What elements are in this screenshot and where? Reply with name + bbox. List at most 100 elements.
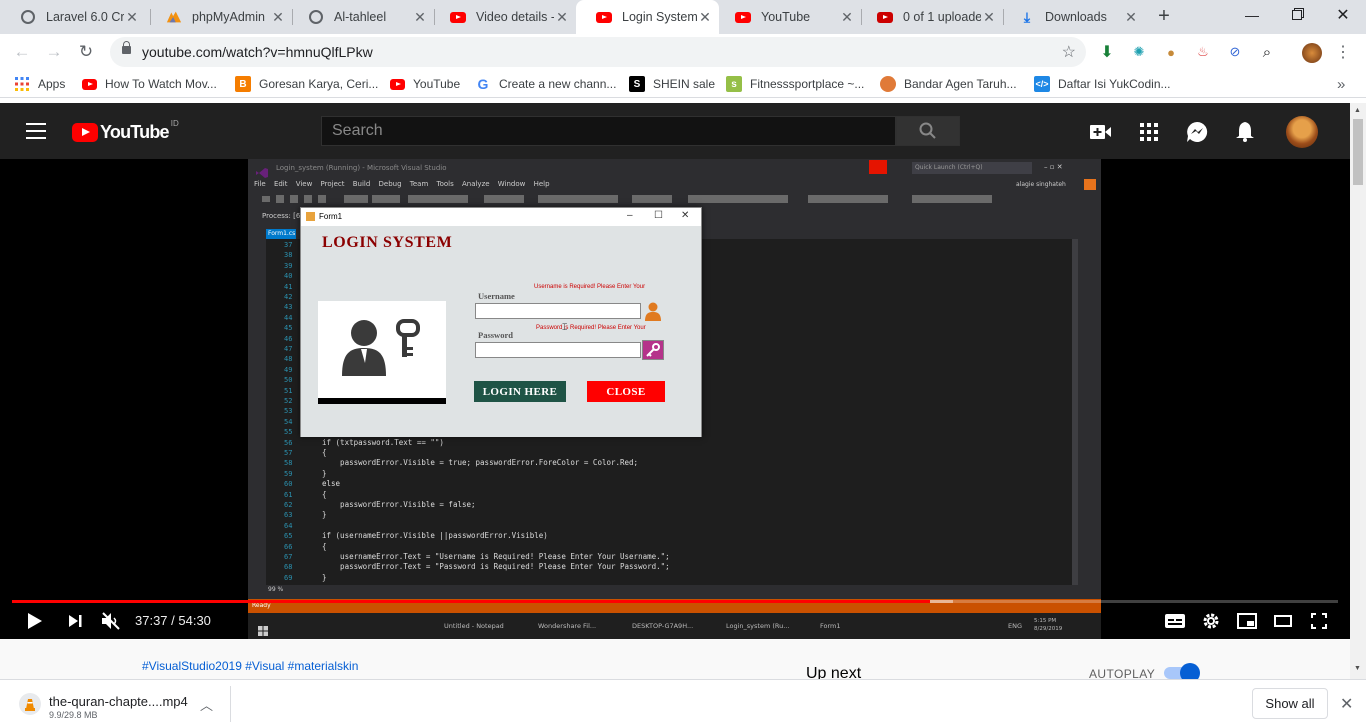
video-hashtags[interactable]: #VisualStudio2019 #Visual #materialskin <box>142 659 358 673</box>
page-scrollbar[interactable]: ▲ ▼ <box>1350 103 1366 679</box>
download-file-name[interactable]: the-quran-chapte....mp4 <box>49 694 188 709</box>
tab-phpmyadmin[interactable]: phpMyAdmin ✕ <box>146 0 292 34</box>
password-error: Password is Required! Please Enter Your <box>536 325 646 331</box>
taskbar-item: Wondershare Fil... <box>538 622 597 630</box>
subtitles-button[interactable] <box>1164 610 1186 632</box>
user-avatar[interactable] <box>1286 116 1318 148</box>
mute-button[interactable] <box>99 610 123 632</box>
close-tab-icon[interactable]: ✕ <box>270 9 286 26</box>
line-number: 65 <box>284 532 293 541</box>
username-error: Username is Required! Please Enter Your <box>534 284 646 290</box>
miniplayer-button[interactable] <box>1236 610 1258 632</box>
youtube-icon <box>450 9 466 25</box>
reload-icon[interactable]: ↻ <box>72 38 100 66</box>
taskbar-item: DESKTOP-G7A9H... <box>632 622 694 630</box>
bookmark-create-channel[interactable]: G Create a new chann... <box>475 75 617 93</box>
bookmark-goresan-karya[interactable]: B Goresan Karya, Ceri... <box>235 75 378 93</box>
cookie-icon[interactable]: ● <box>1162 43 1180 61</box>
close-tab-icon[interactable]: ✕ <box>1123 9 1139 26</box>
picture-footer-bar <box>318 398 446 404</box>
apps-grid-icon[interactable] <box>1138 121 1160 143</box>
vs-doc-tab: Form1.cs <box>266 229 296 239</box>
close-shelf-icon[interactable]: ✕ <box>1340 694 1353 714</box>
tab-login-system[interactable]: Login System I ✕ <box>576 0 719 34</box>
taskbar-item: Untitled - Notepad <box>444 622 504 630</box>
notifications-bell-icon[interactable] <box>1234 121 1256 143</box>
line-number: 42 <box>284 293 293 301</box>
bookmark-bandar[interactable]: Bandar Agen Taruh... <box>880 75 1017 93</box>
extension-icon[interactable]: ♨ <box>1194 43 1212 61</box>
extension-icon[interactable]: ✺ <box>1130 43 1148 61</box>
menu-dots-icon[interactable]: ⋮ <box>1334 43 1352 61</box>
youtube-icon <box>735 9 751 25</box>
restore-icon[interactable] <box>1274 0 1320 30</box>
create-video-icon[interactable] <box>1090 121 1112 143</box>
fullscreen-icon <box>1311 613 1327 629</box>
subtitles-icon <box>1165 614 1185 628</box>
bookmark-yukcoding[interactable]: </> Daftar Isi YukCodin... <box>1034 75 1171 93</box>
theater-mode-button[interactable] <box>1272 610 1294 632</box>
settings-button[interactable] <box>1200 610 1222 632</box>
new-tab-button[interactable]: + <box>1152 5 1176 29</box>
bookmark-star-icon[interactable]: ☆ <box>1062 42 1076 62</box>
scrollbar-thumb[interactable] <box>1353 119 1363 185</box>
tab-youtube[interactable]: YouTube ✕ <box>715 0 861 34</box>
scroll-up-icon[interactable]: ▲ <box>1354 107 1361 114</box>
vs-user: alagie singhateh <box>1016 181 1066 188</box>
line-number: 46 <box>284 334 293 343</box>
bookmark-fitness[interactable]: s Fitnesssportplace ~... <box>726 75 864 93</box>
code-line: usernameError.Text = "Username is Requir… <box>322 552 670 561</box>
tab-laravel[interactable]: Laravel 6.0 Cru ✕ <box>0 0 146 34</box>
close-tab-icon[interactable]: ✕ <box>981 9 997 26</box>
username-label: Username <box>478 291 515 301</box>
tab-video-details[interactable]: Video details - ✕ <box>430 0 576 34</box>
bookmark-apps[interactable]: Apps <box>14 75 65 93</box>
scroll-down-icon[interactable]: ▼ <box>1354 665 1361 672</box>
google-icon: G <box>477 76 489 92</box>
login-heading: LOGIN SYSTEM <box>322 234 453 251</box>
block-icon[interactable]: ⊘ <box>1226 43 1244 61</box>
fullscreen-button[interactable] <box>1308 610 1330 632</box>
bookmark-shein[interactable]: S SHEIN sale <box>629 75 715 93</box>
profile-avatar[interactable] <box>1302 43 1322 63</box>
bookmark-how-to-watch[interactable]: How To Watch Mov... <box>81 75 217 93</box>
download-extension-icon[interactable]: ⬇ <box>1098 43 1116 61</box>
hamburger-menu-icon[interactable] <box>26 123 46 139</box>
tab-label: Downloads <box>1045 10 1107 24</box>
chevron-up-icon[interactable]: ︿ <box>200 695 213 714</box>
close-tab-icon[interactable]: ✕ <box>554 9 570 26</box>
video-progress-bar[interactable] <box>12 600 1338 603</box>
youtube-icon <box>596 9 612 25</box>
miniplayer-icon <box>1237 613 1257 629</box>
code-line: { <box>322 541 327 551</box>
show-all-button[interactable]: Show all <box>1252 688 1328 719</box>
messages-icon[interactable] <box>1186 121 1208 143</box>
video-player[interactable]: Login_system (Running) - Microsoft Visua… <box>0 159 1350 639</box>
tab-downloads[interactable]: ⤓ Downloads ✕ <box>999 0 1145 34</box>
close-tab-icon[interactable]: ✕ <box>839 9 855 26</box>
close-tab-icon[interactable]: ✕ <box>697 9 713 26</box>
youtube-logo[interactable]: YouTube ID <box>72 119 179 143</box>
businessman-key-icon <box>342 319 420 376</box>
tab-uploads[interactable]: 0 of 1 uploade ✕ <box>857 0 1003 34</box>
autoplay-toggle[interactable] <box>1164 663 1200 683</box>
forward-arrow-icon[interactable]: → <box>40 38 68 66</box>
more-bookmarks-icon[interactable]: » <box>1337 75 1345 93</box>
search-icon[interactable]: ⌕ <box>1258 43 1276 61</box>
close-tab-icon[interactable]: ✕ <box>412 9 428 26</box>
next-icon <box>69 615 82 627</box>
next-button[interactable] <box>64 610 86 632</box>
search-input[interactable]: Search <box>321 116 896 146</box>
minimize-icon[interactable]: — <box>1229 0 1275 30</box>
bookmark-youtube[interactable]: YouTube <box>389 75 460 93</box>
search-icon <box>919 122 936 139</box>
tab-al-tahleel[interactable]: Al-tahleel ✕ <box>288 0 434 34</box>
search-button[interactable] <box>896 116 960 146</box>
form1-window: Form1 – ☐ ✕ LOGIN SYSTEM Username Userna… <box>300 207 702 437</box>
close-window-icon[interactable]: ✕ <box>1320 0 1366 30</box>
address-bar[interactable]: youtube.com/watch?v=hmnuQlfLPkw ☆ <box>110 37 1086 67</box>
play-button[interactable] <box>24 610 46 632</box>
close-tab-icon[interactable]: ✕ <box>124 9 140 26</box>
taskbar-item: Login_system (Ru... <box>726 622 790 630</box>
back-arrow-icon[interactable]: ← <box>8 38 36 66</box>
